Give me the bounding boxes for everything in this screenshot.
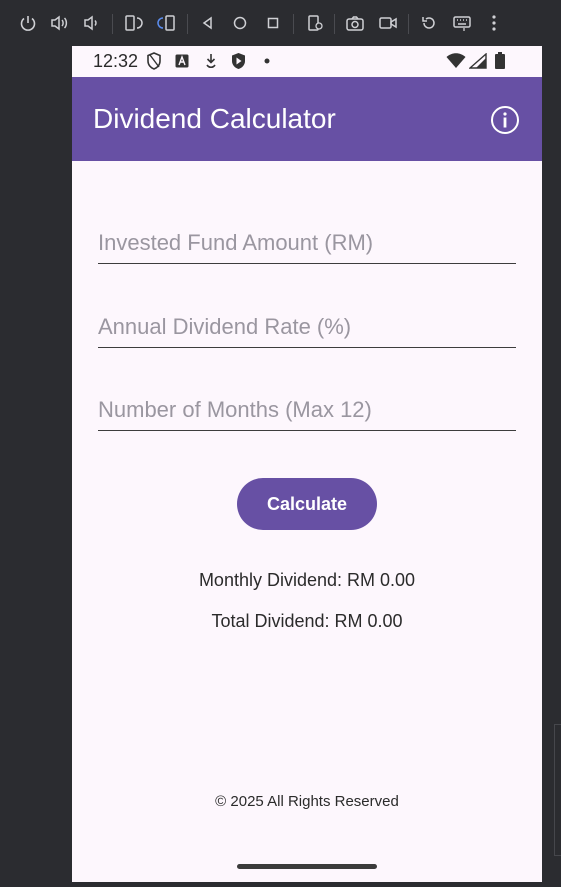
home-icon[interactable] [229,12,251,34]
toolbar-separator [112,14,113,34]
fold-icon[interactable] [304,12,326,34]
screen-record-icon[interactable] [377,12,399,34]
app-bar: Dividend Calculator [72,77,542,161]
toolbar-separator [187,14,188,34]
power-icon[interactable] [17,12,39,34]
gesture-home-bar[interactable] [237,864,377,869]
cellular-signal-icon [469,53,487,69]
font-a-icon [175,53,189,69]
overview-icon[interactable] [262,12,284,34]
invested-fund-input[interactable] [98,223,516,263]
volume-down-icon[interactable] [80,12,102,34]
download-icon [204,53,218,69]
play-protect-icon [230,53,247,69]
more-icon[interactable] [483,12,505,34]
status-time: 12:32 [93,51,139,71]
months-input[interactable] [98,390,516,430]
info-icon[interactable] [490,105,520,135]
monthly-dividend-result: Monthly Dividend: RM 0.00 [198,570,416,590]
wifi-icon [446,53,466,69]
total-dividend-result: Total Dividend: RM 0.00 [211,611,403,631]
keyboard-icon[interactable] [451,12,473,34]
screenshot-icon[interactable] [344,12,366,34]
invested-fund-field[interactable] [98,223,516,264]
emulator-toolbar [0,0,561,46]
dividend-rate-input[interactable] [98,307,516,347]
status-bar: 12:32 [72,46,542,77]
toolbar-separator [293,14,294,34]
toolbar-separator [334,14,335,34]
emulator-side-panel-edge [554,724,561,856]
rotate-right-icon[interactable] [156,12,178,34]
app-title: Dividend Calculator [93,103,336,134]
volume-up-icon[interactable] [48,12,70,34]
months-field[interactable] [98,390,516,431]
phone-screen: 12:32 Dividend Calculator Invested Fund … [72,46,542,882]
calculate-button[interactable]: Calculate [237,478,377,530]
toolbar-separator [408,14,409,34]
footer-copyright: © 2025 All Rights Reserved [215,793,399,810]
back-icon[interactable] [197,12,219,34]
shield-icon [146,52,162,70]
rotate-left-icon[interactable] [122,12,144,34]
dividend-rate-field[interactable] [98,307,516,348]
reset-icon[interactable] [418,12,440,34]
notification-dot-icon [264,53,270,69]
battery-icon [494,52,506,69]
